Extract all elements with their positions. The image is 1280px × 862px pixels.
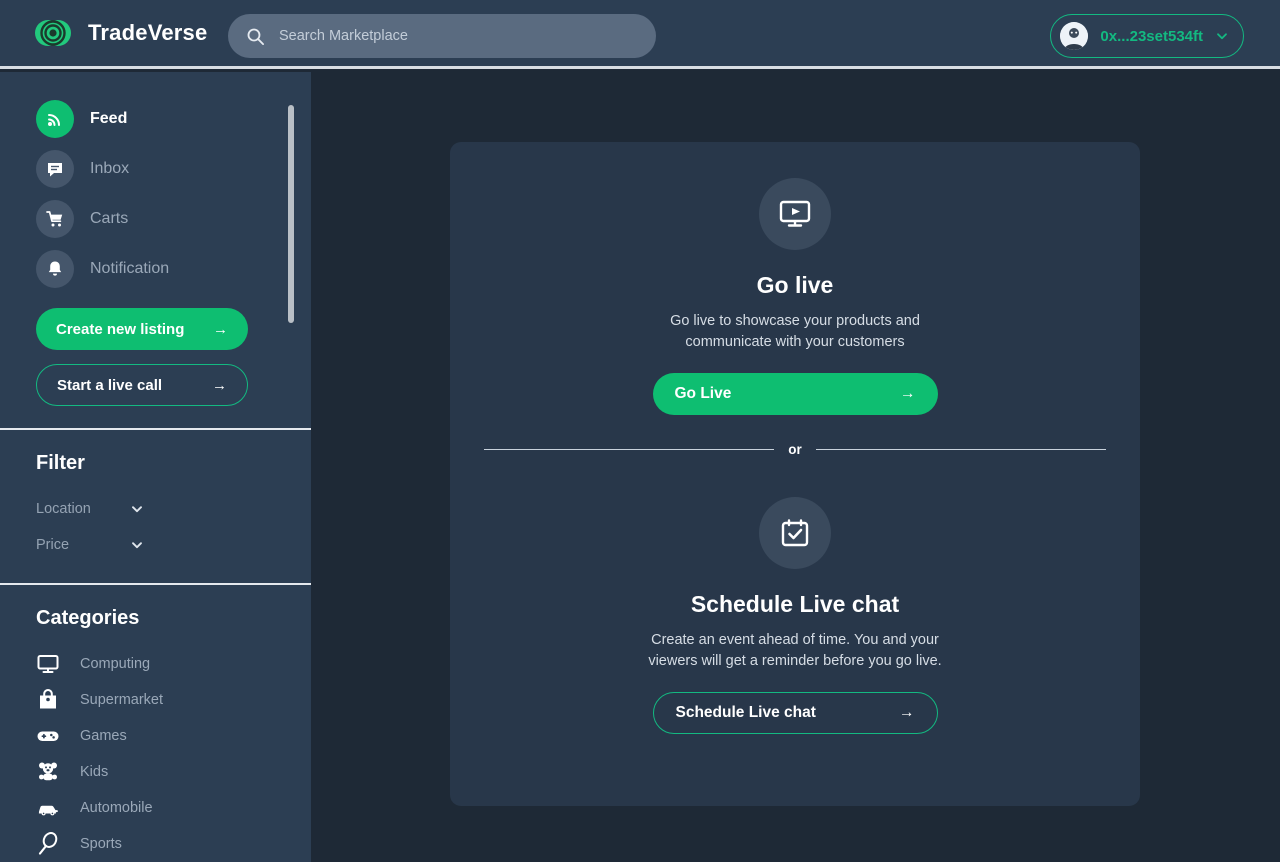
- chat-message-icon: [36, 150, 74, 188]
- category-label: Supermarket: [80, 692, 164, 708]
- sidebar-nav: Feed Inbox Carts Notification Create new…: [0, 72, 311, 406]
- category-label: Games: [80, 728, 127, 744]
- create-new-listing-button[interactable]: Create new listing →: [36, 308, 248, 350]
- sidebar-item-carts[interactable]: Carts: [0, 194, 311, 244]
- arrow-right-icon: →: [899, 704, 915, 721]
- arrow-right-icon: →: [900, 385, 916, 402]
- category-label: Computing: [80, 656, 151, 672]
- shopping-bag-icon: [40, 689, 56, 709]
- category-kids[interactable]: Kids: [36, 754, 311, 790]
- sidebar-scrollbar[interactable]: [288, 105, 294, 323]
- filter-location[interactable]: Location: [36, 491, 311, 527]
- gamepad-icon: [37, 731, 59, 741]
- category-automobile[interactable]: Automobile: [36, 790, 311, 826]
- main-content: Go live Go live to showcase your product…: [311, 72, 1280, 862]
- category-supermarket[interactable]: Supermarket: [36, 682, 311, 718]
- filter-section: Filter Location Price: [0, 430, 311, 583]
- chevron-down-icon[interactable]: [1215, 29, 1229, 43]
- screen-play-icon: [759, 178, 831, 250]
- chevron-down-icon[interactable]: [130, 502, 144, 516]
- arrow-right-icon: →: [212, 376, 227, 394]
- go-live-panel: Go live Go live to showcase your product…: [450, 178, 1140, 415]
- sidebar-item-label: Feed: [90, 110, 128, 127]
- account-address: 0x...23set534ft: [1100, 27, 1203, 45]
- go-live-button-label: Go Live: [674, 385, 732, 402]
- sidebar-item-label: Carts: [90, 210, 129, 227]
- sidebar-item-label: Inbox: [90, 160, 130, 177]
- teddy-bear-icon: [39, 762, 57, 781]
- monitor-icon: [37, 655, 59, 673]
- schedule-button-label: Schedule Live chat: [675, 704, 816, 721]
- search-input[interactable]: [279, 28, 638, 44]
- car-icon: [38, 805, 58, 816]
- schedule-panel: Schedule Live chat Create an event ahead…: [450, 497, 1140, 734]
- go-live-description: Go live to showcase your products and co…: [670, 313, 920, 350]
- tennis-racket-icon: [38, 832, 58, 855]
- live-options-card: Go live Go live to showcase your product…: [450, 142, 1140, 806]
- search-icon: [247, 28, 265, 45]
- category-label: Automobile: [80, 800, 153, 816]
- brand[interactable]: TradeVerse: [32, 12, 207, 54]
- sidebar-item-feed[interactable]: Feed: [0, 94, 311, 144]
- rss-feed-icon: [36, 100, 74, 138]
- schedule-live-chat-button[interactable]: Schedule Live chat →: [652, 692, 938, 734]
- category-computing[interactable]: Computing: [36, 646, 311, 682]
- calendar-check-icon: [759, 497, 831, 569]
- category-games[interactable]: Games: [36, 718, 311, 754]
- schedule-description: Create an event ahead of time. You and y…: [648, 632, 942, 669]
- sidebar-item-notification[interactable]: Notification: [0, 244, 311, 294]
- sidebar: Feed Inbox Carts Notification Create new…: [0, 72, 311, 862]
- go-live-button[interactable]: Go Live →: [652, 373, 938, 415]
- or-divider: or: [484, 442, 1106, 457]
- chevron-down-icon[interactable]: [130, 538, 144, 552]
- category-label: Kids: [80, 764, 109, 780]
- filter-location-label: Location: [36, 501, 91, 517]
- app-header: TradeVerse 0x...23set534ft: [0, 0, 1280, 69]
- filter-price-label: Price: [36, 537, 70, 553]
- filter-title: Filter: [36, 452, 85, 474]
- filter-price[interactable]: Price: [36, 527, 311, 563]
- search-bar[interactable]: [228, 14, 656, 58]
- or-label: or: [788, 442, 802, 457]
- categories-title: Categories: [36, 607, 140, 629]
- arrow-right-icon: →: [213, 320, 228, 338]
- divider-line-left: [484, 449, 775, 450]
- shopping-cart-icon: [36, 200, 74, 238]
- start-live-call-button[interactable]: Start a live call →: [36, 364, 248, 406]
- create-new-listing-label: Create new listing: [56, 320, 185, 338]
- user-avatar: [1060, 22, 1089, 50]
- category-label: Sports: [80, 836, 122, 852]
- start-live-call-label: Start a live call: [57, 376, 163, 394]
- category-sports[interactable]: Sports: [36, 826, 311, 862]
- divider-line-right: [815, 449, 1106, 450]
- schedule-title: Schedule Live chat: [690, 591, 900, 617]
- sidebar-item-label: Notification: [90, 260, 170, 277]
- brand-name: TradeVerse: [88, 20, 208, 45]
- tradeverse-spiral-logo: [35, 20, 71, 46]
- account-button[interactable]: 0x...23set534ft: [1050, 14, 1244, 58]
- categories-section: Categories Computing Supermarket Games K…: [0, 585, 311, 862]
- sidebar-item-inbox[interactable]: Inbox: [0, 144, 311, 194]
- bell-icon: [36, 250, 74, 288]
- go-live-title: Go live: [756, 272, 834, 298]
